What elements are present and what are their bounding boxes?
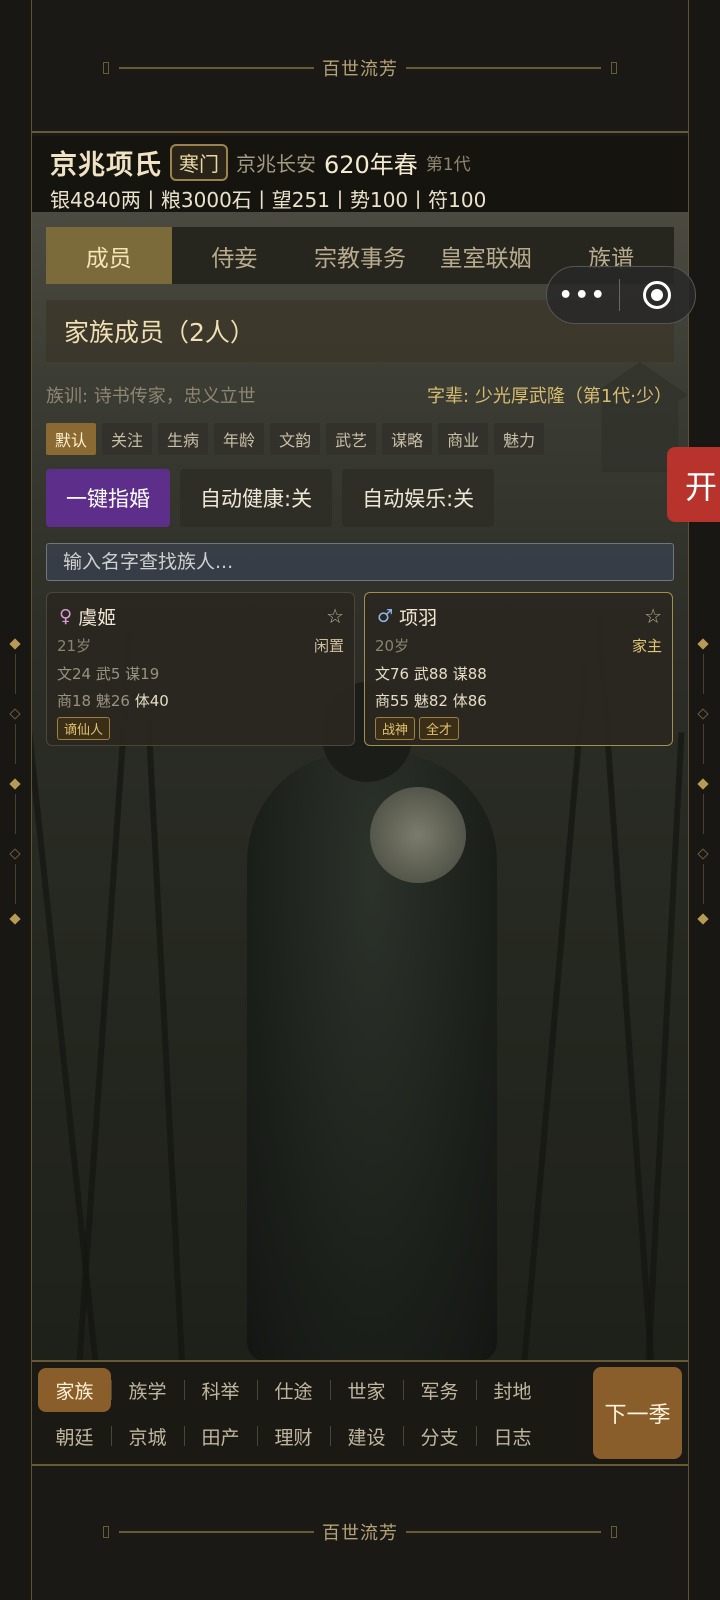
nav-capital[interactable]: 京城 xyxy=(111,1414,184,1458)
close-miniprogram-button[interactable] xyxy=(620,281,695,309)
member-status: 闲置 xyxy=(313,637,344,655)
resources-bar: 银4840两丨粮3000石丨望251丨势100丨符100 xyxy=(50,188,487,212)
divider xyxy=(32,131,688,133)
banner-title: 百世流芳 xyxy=(322,1523,398,1544)
filter-bar: 默认 关注 生病 年龄 文韵 武艺 谋略 商业 魅力 xyxy=(46,423,545,455)
top-banner: 百世流芳 xyxy=(32,38,688,98)
nav-clan-school[interactable]: 族学 xyxy=(111,1368,184,1412)
filter-default[interactable]: 默认 xyxy=(46,423,97,455)
tab-concubines[interactable]: 侍妾 xyxy=(172,227,298,284)
member-status: 家主 xyxy=(631,637,662,655)
trait-tag: 谪仙人 xyxy=(57,717,111,740)
star-icon[interactable]: ☆ xyxy=(326,604,344,628)
next-season-button[interactable]: 下一季 xyxy=(593,1367,682,1459)
clan-name: 京兆项氏 xyxy=(50,149,162,181)
nav-finance[interactable]: 理财 xyxy=(257,1414,330,1458)
nav-career[interactable]: 仕途 xyxy=(257,1368,330,1412)
nav-family[interactable]: 家族 xyxy=(38,1368,111,1412)
member-stats-2: 商18 魅26 体40 xyxy=(57,692,169,710)
member-stats-1: 文24 武5 谋19 xyxy=(57,665,160,683)
generation-names: 字辈: 少光厚武隆（第1代·少） xyxy=(427,386,672,407)
generation: 第1代 xyxy=(425,154,471,175)
member-name: 虞姬 xyxy=(78,606,117,629)
tab-religion[interactable]: 宗教事务 xyxy=(297,227,423,284)
member-stats-1: 文76 武88 谋88 xyxy=(375,665,487,683)
filter-sick[interactable]: 生病 xyxy=(158,423,209,455)
filter-strategy[interactable]: 谋略 xyxy=(382,423,433,455)
female-icon: ♀ xyxy=(59,605,73,627)
bottom-banner: 百世流芳 xyxy=(32,1502,688,1562)
filter-martial[interactable]: 武艺 xyxy=(326,423,377,455)
miniprogram-capsule: ••• xyxy=(546,266,696,324)
star-icon[interactable]: ☆ xyxy=(644,604,662,628)
left-ornament xyxy=(8,638,24,940)
filter-literature[interactable]: 文韵 xyxy=(270,423,321,455)
bottom-nav: 家族 族学 科举 仕途 世家 军务 封地 朝廷 京城 田产 理财 建设 分支 日… xyxy=(32,1362,688,1464)
divider xyxy=(32,1464,688,1466)
rank-badge: 寒门 xyxy=(170,143,228,181)
trait-tag: 战神 xyxy=(375,717,416,740)
member-age: 21岁 xyxy=(57,637,92,655)
clan-header: 京兆项氏 寒门 京兆长安 620年春 第1代 银4840两丨粮3000石丨望25… xyxy=(32,136,688,212)
auto-entertainment-toggle[interactable]: 自动娱乐:关 xyxy=(342,469,495,527)
filter-commerce[interactable]: 商业 xyxy=(438,423,489,455)
target-icon xyxy=(643,281,672,309)
nav-construction[interactable]: 建设 xyxy=(330,1414,403,1458)
banner-title: 百世流芳 xyxy=(322,59,398,80)
action-bar: 一键指婚 自动健康:关 自动娱乐:关 xyxy=(46,469,495,527)
nav-court[interactable]: 朝廷 xyxy=(38,1414,111,1458)
more-options-button[interactable]: ••• xyxy=(547,283,619,308)
filter-charm[interactable]: 魅力 xyxy=(494,423,545,455)
tab-royal-marriage[interactable]: 皇室联姻 xyxy=(423,227,549,284)
nav-estates[interactable]: 田产 xyxy=(184,1414,257,1458)
filter-followed[interactable]: 关注 xyxy=(102,423,153,455)
nav-military[interactable]: 军务 xyxy=(403,1368,476,1412)
member-card[interactable]: ♀ 虞姬 ☆ 21岁 闲置 文24 武5 谋19 商18 魅26 体40 谪仙人 xyxy=(46,592,355,746)
member-card[interactable]: ♂ 项羽 ☆ 20岁 家主 文76 武88 谋88 商55 魅82 体86 战神… xyxy=(364,592,673,746)
member-search-input[interactable] xyxy=(46,543,674,581)
open-side-button[interactable]: 开 xyxy=(667,447,720,522)
member-stats-2: 商55 魅82 体86 xyxy=(375,692,487,710)
nav-log[interactable]: 日志 xyxy=(476,1414,549,1458)
filter-age[interactable]: 年龄 xyxy=(214,423,265,455)
location: 京兆长安 xyxy=(236,151,316,176)
auto-marry-button[interactable]: 一键指婚 xyxy=(46,469,170,527)
clan-motto: 族训: 诗书传家，忠义立世 xyxy=(46,386,256,407)
tab-members[interactable]: 成员 xyxy=(46,227,172,284)
nav-branches[interactable]: 分支 xyxy=(403,1414,476,1458)
auto-health-toggle[interactable]: 自动健康:关 xyxy=(180,469,333,527)
nav-noble-families[interactable]: 世家 xyxy=(330,1368,403,1412)
right-ornament xyxy=(696,638,712,940)
trait-tag: 全才 xyxy=(419,717,460,740)
member-name: 项羽 xyxy=(399,606,438,629)
nav-fief[interactable]: 封地 xyxy=(476,1368,549,1412)
member-age: 20岁 xyxy=(375,637,410,655)
year: 620年春 xyxy=(324,150,418,179)
male-icon: ♂ xyxy=(377,605,394,627)
nav-exam[interactable]: 科举 xyxy=(184,1368,257,1412)
